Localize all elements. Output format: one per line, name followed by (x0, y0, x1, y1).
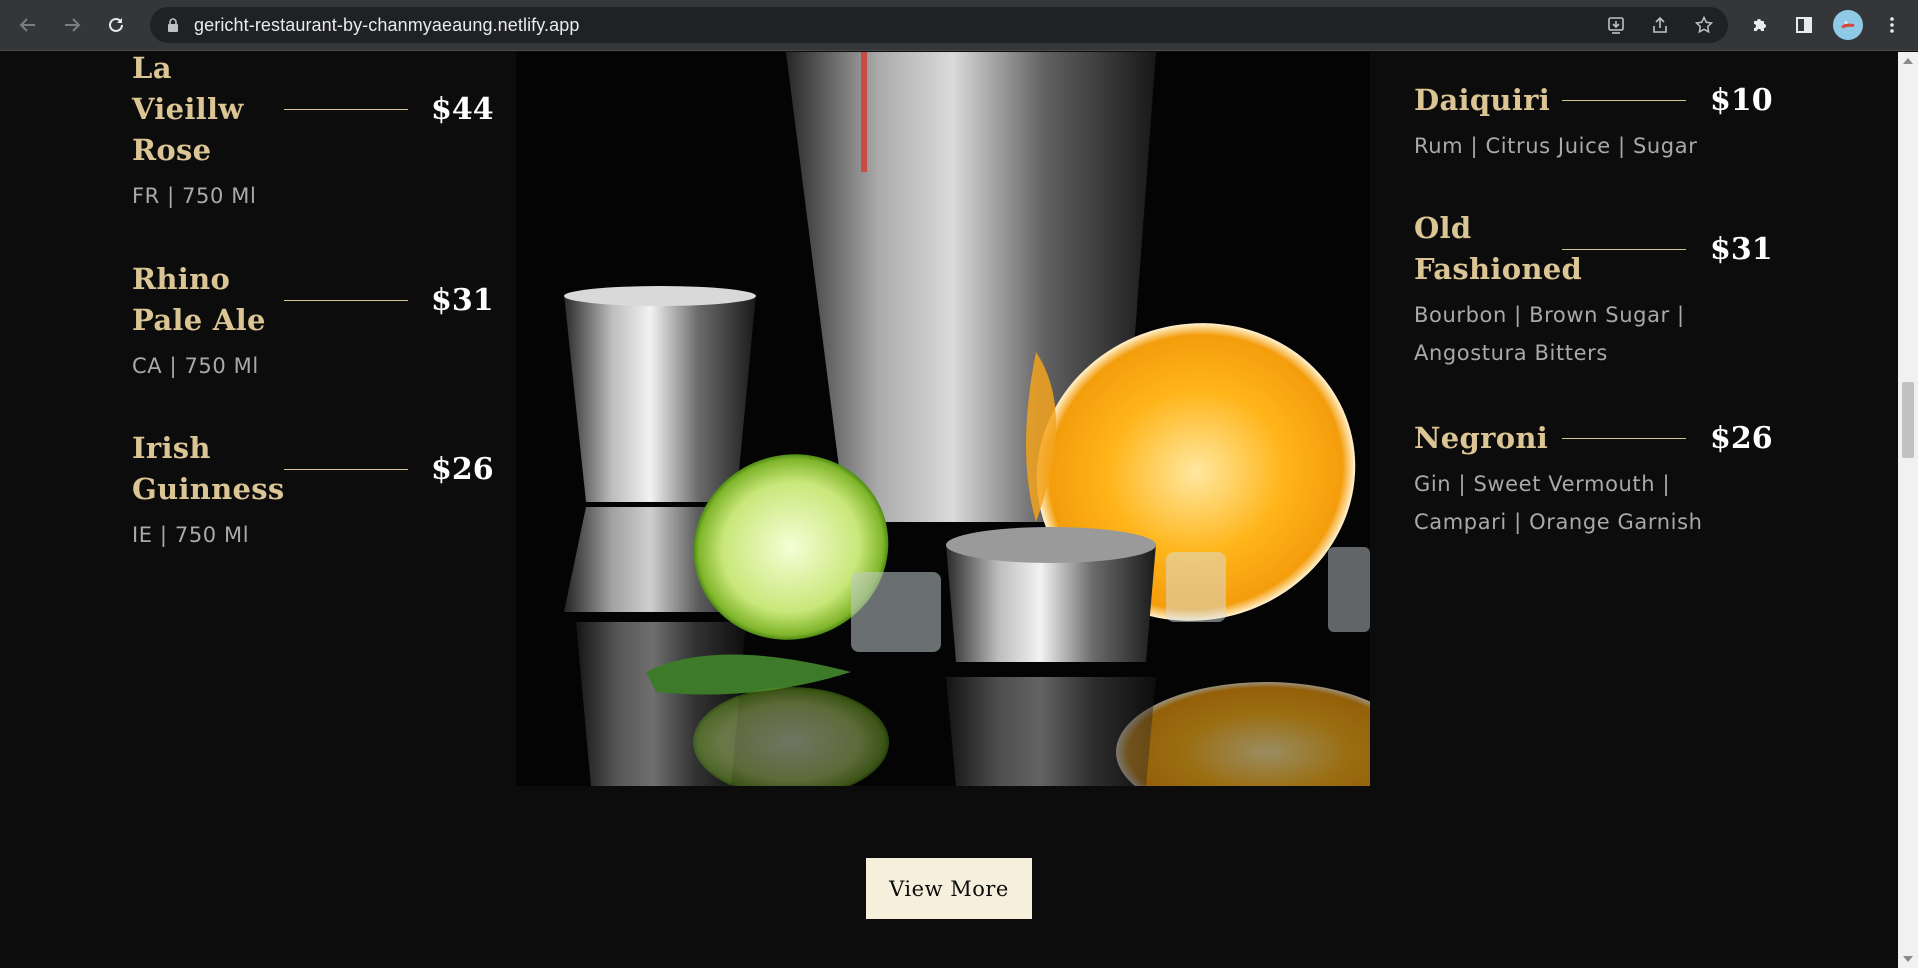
item-divider (1562, 248, 1686, 250)
reload-icon (109, 17, 123, 32)
item-divider (1562, 438, 1686, 439)
item-price: $26 (431, 451, 494, 487)
scrollbar-thumb[interactable] (1902, 382, 1914, 458)
menu-item-cocktail-2: Old Fashioned $31 Bourbon | Brown Sugar … (1414, 208, 1773, 372)
item-price: $44 (431, 92, 494, 127)
menu-section: La Vieillw Rose $44 FR | 750 Ml Rhino Pa… (0, 52, 1898, 968)
item-divider (284, 468, 408, 470)
item-name: Rhino Pale Ale (132, 262, 266, 337)
forward-button[interactable] (56, 9, 88, 41)
lock-icon (168, 18, 178, 32)
item-description: FR | 750 Ml (132, 184, 257, 208)
kebab-menu-icon (1890, 17, 1894, 33)
back-button[interactable] (12, 9, 44, 41)
item-description: CA | 750 Ml (132, 354, 259, 378)
share-button[interactable] (1644, 9, 1676, 41)
menu-item-cocktail-1: Daiquiri $10 Rum | Citrus Juice | Sugar (1414, 80, 1773, 165)
item-price: $31 (431, 282, 494, 318)
page-scrollbar[interactable] (1898, 52, 1918, 968)
side-panel-button[interactable] (1788, 9, 1820, 41)
scroll-down-arrow-icon[interactable] (1903, 956, 1913, 962)
item-description: IE | 750 Ml (132, 523, 250, 547)
profile-avatar-icon (1838, 15, 1858, 35)
address-bar[interactable]: gericht-restaurant-by-chanmyaeaung.netli… (150, 7, 1728, 43)
extensions-button[interactable] (1744, 9, 1776, 41)
url-text[interactable]: gericht-restaurant-by-chanmyaeaung.netli… (194, 15, 579, 36)
item-name: Old Fashioned (1414, 211, 1583, 286)
menu-item-cocktail-3: Negroni $26 Gin | Sweet Vermouth | Campa… (1414, 418, 1773, 541)
reload-button[interactable] (100, 9, 132, 41)
menu-item-wine-3: Irish Guinness $26 IE | 750 Ml (132, 428, 494, 554)
puzzle-icon (1754, 19, 1766, 31)
avatar (1833, 10, 1863, 40)
menu-item-wine-1: La Vieillw Rose $44 FR | 750 Ml (132, 52, 494, 215)
item-description: Rum | Citrus Juice | Sugar (1414, 134, 1698, 158)
item-name: Negroni (1414, 421, 1549, 455)
item-description: Gin | Sweet Vermouth | Campari | Orange … (1414, 472, 1703, 534)
scroll-up-arrow-icon[interactable] (1903, 58, 1913, 64)
install-button[interactable] (1600, 9, 1632, 41)
cocktail-tools-image (516, 52, 1370, 786)
menu-item-wine-2: Rhino Pale Ale $31 CA | 750 Ml (132, 259, 494, 385)
item-name: La Vieillw Rose (132, 52, 244, 167)
item-description: Bourbon | Brown Sugar | Angostura Bitter… (1414, 303, 1685, 365)
star-icon (1694, 15, 1714, 34)
item-divider (1562, 100, 1686, 101)
share-icon (1653, 16, 1667, 33)
side-panel-icon (1796, 17, 1812, 33)
item-price: $10 (1710, 83, 1773, 118)
item-price: $26 (1710, 421, 1773, 456)
item-divider (284, 299, 408, 301)
item-price: $31 (1710, 231, 1773, 267)
install-icon (1608, 17, 1624, 34)
profile-button[interactable] (1832, 9, 1864, 41)
item-name: Daiquiri (1414, 83, 1551, 117)
bookmark-button[interactable] (1688, 9, 1720, 41)
arrow-right-icon (65, 18, 81, 32)
menu-button[interactable] (1876, 9, 1908, 41)
item-divider (284, 109, 408, 110)
view-more-button[interactable]: View More (866, 858, 1032, 919)
arrow-left-icon (19, 18, 35, 32)
item-name: Irish Guinness (132, 431, 285, 506)
browser-toolbar: gericht-restaurant-by-chanmyaeaung.netli… (0, 0, 1918, 51)
